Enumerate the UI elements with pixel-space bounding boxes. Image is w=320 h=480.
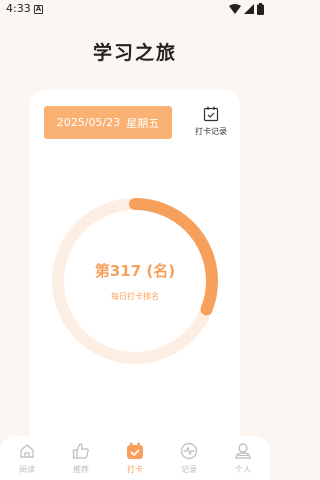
nav-item-recommend[interactable]: 推荐 — [61, 440, 101, 475]
checkin-record-button[interactable]: 打卡记录 — [191, 106, 231, 146]
wifi-icon — [229, 4, 241, 14]
ring-center: 第317 (名) 每日打卡排名 — [50, 196, 220, 366]
nav-item-read[interactable]: 阅读 — [7, 440, 47, 475]
checkin-icon — [124, 440, 146, 462]
nav-label: 推荐 — [73, 465, 89, 474]
activity-icon — [178, 440, 200, 462]
calendar-check-icon — [203, 106, 219, 122]
page-title: 学习之旅 — [92, 42, 177, 64]
person-icon — [232, 440, 254, 462]
bottom-nav: 阅读 推荐 打卡 记录 个人 — [0, 436, 270, 480]
signal-icon — [244, 4, 254, 14]
checkin-card: 2025/05/23 星期五 打卡记录 第317 (名) 每日打卡排名 — [30, 90, 240, 450]
nav-item-profile[interactable]: 个人 — [223, 440, 263, 475]
home-icon — [16, 440, 38, 462]
rank-label: 每日打卡排名 — [111, 292, 159, 301]
nav-item-checkin[interactable]: 打卡 — [115, 440, 155, 475]
weekday-text: 星期五 — [126, 116, 160, 130]
nav-item-record[interactable]: 记录 — [169, 440, 209, 475]
battery-icon — [257, 3, 264, 15]
nav-label: 阅读 — [19, 465, 35, 474]
nav-label: 记录 — [181, 465, 197, 474]
date-button[interactable]: 2025/05/23 星期五 — [44, 106, 172, 139]
date-text: 2025/05/23 — [56, 116, 121, 129]
rank-ring: 第317 (名) 每日打卡排名 — [50, 196, 220, 366]
rank-text: 第317 (名) — [94, 262, 176, 280]
thumbs-up-icon — [70, 440, 92, 462]
nav-label: 打卡 — [127, 465, 143, 474]
status-icons — [229, 3, 264, 15]
notification-badge: A — [34, 5, 43, 14]
status-bar: 4:33 A — [0, 0, 270, 20]
status-time: 4:33 — [6, 2, 31, 15]
nav-label: 个人 — [235, 465, 251, 474]
checkin-record-label: 打卡记录 — [195, 127, 227, 136]
